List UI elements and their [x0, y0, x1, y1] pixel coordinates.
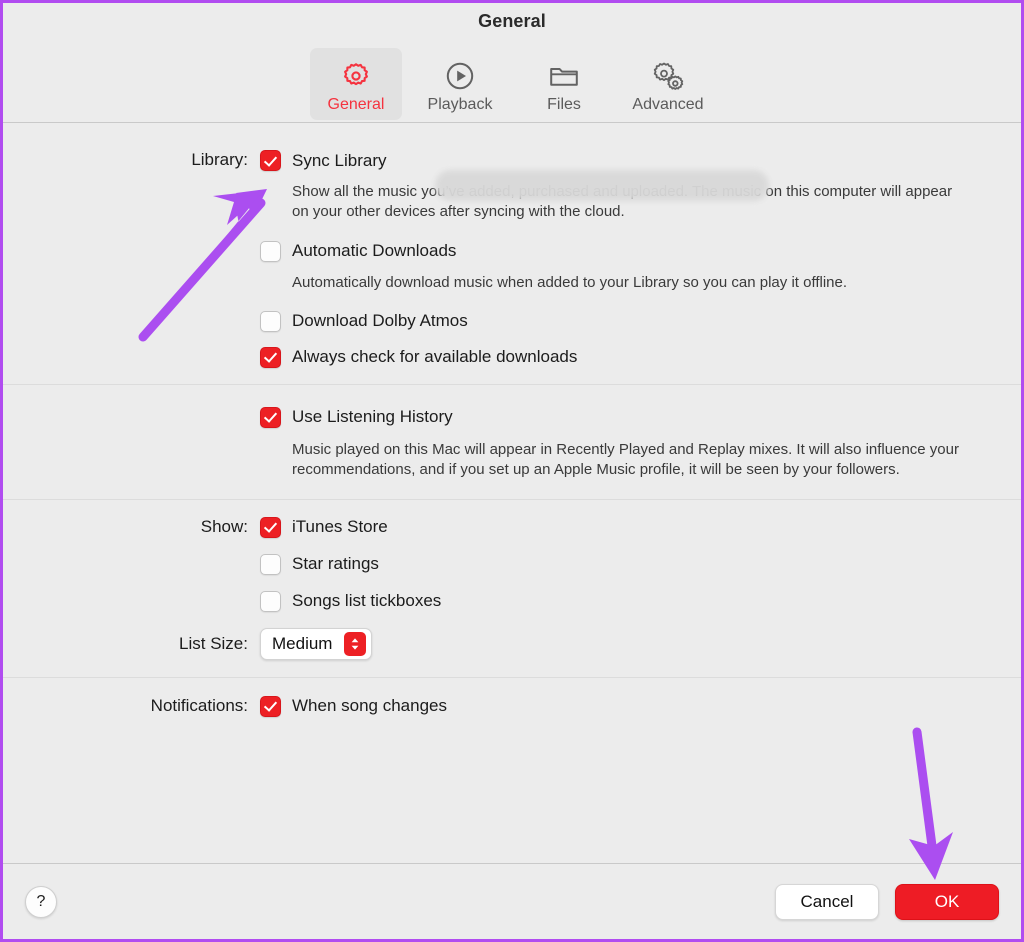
tab-files[interactable]: Files [518, 48, 610, 120]
tab-general[interactable]: General [310, 48, 402, 120]
cancel-button[interactable]: Cancel [775, 883, 879, 920]
list-size-value: Medium [272, 633, 333, 653]
always-check-checkbox-row[interactable]: Always check for available downloads [260, 346, 1021, 368]
row-show-itunes-store: Show: iTunes Store [3, 516, 1021, 538]
listening-history-checkbox[interactable] [260, 406, 281, 428]
titlebar: General [3, 3, 1021, 48]
automatic-downloads-label: Automatic Downloads [292, 241, 457, 261]
itunes-store-checkbox[interactable] [260, 516, 281, 538]
cancel-button-label: Cancel [800, 891, 854, 911]
chevron-updown-icon[interactable] [344, 631, 367, 656]
sync-library-checkbox[interactable] [260, 150, 281, 171]
help-button-label: ? [36, 892, 46, 910]
section-listening-history: Use Listening History Music played on th… [3, 385, 1021, 500]
library-label: Library: [191, 150, 248, 169]
itunes-store-label: iTunes Store [292, 517, 388, 537]
star-ratings-label: Star ratings [292, 554, 379, 574]
play-circle-icon [444, 58, 476, 94]
list-size-popup-button[interactable]: Medium [260, 627, 373, 660]
automatic-downloads-description: Automatically download music when added … [292, 273, 848, 291]
row-dolby-atmos: Download Dolby Atmos [3, 310, 1021, 332]
ok-button[interactable]: OK [895, 883, 999, 920]
listening-history-description: Music played on this Mac will appear in … [292, 440, 959, 478]
redacted-account-name [435, 170, 769, 201]
when-song-changes-checkbox[interactable] [260, 695, 281, 717]
section-show: Show: iTunes Store Star ratings Songs li… [3, 500, 1021, 678]
row-show-songs-list-tickboxes: Songs list tickboxes [3, 590, 1021, 612]
section-notifications: Notifications: When song changes [3, 678, 1021, 735]
row-list-size: List Size: Medium [3, 627, 1021, 660]
section-library: Library: Sync Library Show all the music… [3, 123, 1021, 385]
ok-button-label: OK [934, 891, 960, 911]
tab-playback-label: Playback [427, 96, 493, 113]
dolby-atmos-label: Download Dolby Atmos [292, 311, 468, 331]
tab-advanced[interactable]: Advanced [622, 48, 714, 120]
tab-general-label: General [327, 96, 385, 113]
show-label: Show: [200, 516, 248, 536]
notifications-label: Notifications: [150, 695, 248, 715]
sync-library-checkbox-row[interactable]: Sync Library [260, 150, 1021, 171]
dolby-atmos-checkbox[interactable] [260, 310, 281, 332]
automatic-downloads-checkbox[interactable] [260, 240, 281, 262]
help-button[interactable]: ? [25, 885, 57, 918]
settings-content: Library: Sync Library Show all the music… [3, 123, 1021, 735]
folder-icon [548, 58, 580, 94]
dialog-footer: ? Cancel OK [3, 863, 1021, 939]
songs-list-tickboxes-label: Songs list tickboxes [292, 591, 442, 611]
row-show-star-ratings: Star ratings [3, 553, 1021, 575]
tab-playback[interactable]: Playback [414, 48, 506, 120]
list-size-label: List Size: [179, 633, 248, 653]
songs-list-tickboxes-checkbox[interactable] [260, 590, 281, 612]
automatic-downloads-checkbox-row[interactable]: Automatic Downloads [260, 240, 1021, 262]
gear-icon [340, 58, 372, 94]
sync-library-label: Sync Library [292, 150, 387, 170]
row-listening-history: Use Listening History Music played on th… [3, 406, 1021, 480]
page-title: General [478, 11, 546, 31]
toolbar: General Playback Files Advanced [3, 48, 1021, 123]
always-check-checkbox[interactable] [260, 346, 281, 368]
double-gear-icon [651, 58, 685, 94]
preferences-window: General General Playback Files Advanced … [0, 0, 1024, 942]
tab-files-label: Files [547, 96, 581, 113]
listening-history-label: Use Listening History [292, 407, 453, 427]
row-notifications: Notifications: When song changes [3, 695, 1021, 717]
itunes-store-checkbox-row[interactable]: iTunes Store [260, 516, 1021, 538]
listening-history-checkbox-row[interactable]: Use Listening History [260, 406, 1021, 428]
row-automatic-downloads: Automatic Downloads Automatically downlo… [3, 240, 1021, 293]
songs-list-tickboxes-checkbox-row[interactable]: Songs list tickboxes [260, 590, 1021, 612]
tab-advanced-label: Advanced [632, 96, 704, 113]
dolby-atmos-checkbox-row[interactable]: Download Dolby Atmos [260, 310, 1021, 332]
star-ratings-checkbox[interactable] [260, 553, 281, 575]
when-song-changes-label: When song changes [292, 696, 447, 716]
row-always-check: Always check for available downloads [3, 346, 1021, 368]
star-ratings-checkbox-row[interactable]: Star ratings [260, 553, 1021, 575]
when-song-changes-checkbox-row[interactable]: When song changes [260, 695, 1021, 717]
arrow-to-ok-button [909, 727, 953, 880]
always-check-label: Always check for available downloads [292, 347, 578, 367]
